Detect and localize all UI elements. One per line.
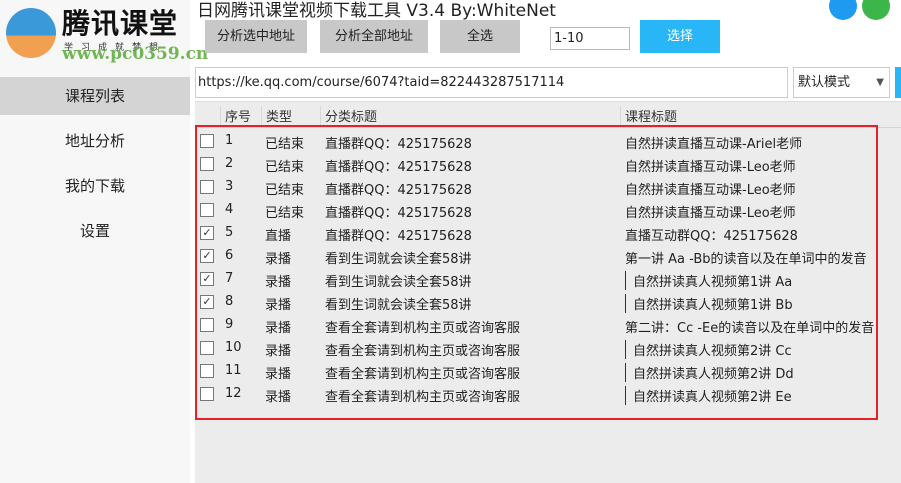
sidebar-item-settings[interactable]: 设置 bbox=[0, 212, 190, 250]
table-row[interactable]: 4 已结束 直播群QQ：425175628 自然拼读直播互动课-Leo老师 bbox=[195, 199, 875, 222]
mode-value: 默认模式 bbox=[798, 75, 851, 90]
row-title: 直播互动群QQ：425175628 bbox=[625, 229, 798, 244]
row-category: 直播群QQ：425175628 bbox=[325, 160, 472, 175]
row-checkbox[interactable] bbox=[200, 387, 214, 401]
row-category: 查看全套请到机构主页或咨询客服 bbox=[325, 344, 521, 359]
table-row[interactable]: 2 已结束 直播群QQ：425175628 自然拼读直播互动课-Leo老师 bbox=[195, 153, 875, 176]
header-no[interactable]: 序号 bbox=[220, 106, 260, 126]
analyze-selected-button[interactable]: 分析选中地址 bbox=[205, 20, 307, 53]
row-title: 自然拼读真人视频第2讲 Dd bbox=[625, 363, 794, 382]
select-all-button[interactable]: 全选 bbox=[440, 20, 520, 53]
watermark: www.pc0359.cn bbox=[62, 44, 209, 64]
sidebar-item-my-downloads[interactable]: 我的下载 bbox=[0, 167, 190, 205]
row-checkbox[interactable] bbox=[200, 341, 214, 355]
table-row[interactable]: 11 录播 查看全套请到机构主页或咨询客服 自然拼读真人视频第2讲 Dd bbox=[195, 360, 875, 383]
logo: 腾讯课堂 学习成就梦想 www.pc0359.cn bbox=[0, 0, 208, 70]
row-no: 8 bbox=[225, 294, 234, 309]
row-no: 1 bbox=[225, 133, 234, 148]
table-row[interactable]: 1 已结束 直播群QQ：425175628 自然拼读直播互动课-Ariel老师 bbox=[195, 130, 875, 153]
wechat-icon[interactable] bbox=[862, 0, 890, 20]
row-type: 已结束 bbox=[265, 160, 305, 175]
row-no: 11 bbox=[225, 363, 242, 378]
row-no: 10 bbox=[225, 340, 242, 355]
row-checkbox[interactable] bbox=[200, 364, 214, 378]
row-checkbox[interactable] bbox=[200, 180, 214, 194]
table-row[interactable]: ✓ 6 录播 看到生词就会读全套58讲 第一讲 Aa -Bb的读音以及在单词中的… bbox=[195, 245, 875, 268]
row-checkbox[interactable]: ✓ bbox=[200, 295, 214, 309]
row-type: 录播 bbox=[265, 390, 292, 405]
analyze-all-button[interactable]: 分析全部地址 bbox=[320, 20, 428, 53]
chevron-down-icon: ▼ bbox=[876, 77, 884, 88]
row-no: 6 bbox=[225, 248, 234, 263]
logo-icon bbox=[6, 8, 56, 58]
row-title: 自然拼读直播互动课-Leo老师 bbox=[625, 160, 796, 175]
table-row[interactable]: 10 录播 查看全套请到机构主页或咨询客服 自然拼读真人视频第2讲 Cc bbox=[195, 337, 875, 360]
choose-button[interactable]: 选择 bbox=[640, 20, 720, 53]
row-title: 自然拼读真人视频第1讲 Bb bbox=[625, 294, 793, 313]
row-title: 自然拼读真人视频第2讲 Ee bbox=[625, 386, 792, 405]
table-row[interactable]: 3 已结束 直播群QQ：425175628 自然拼读直播互动课-Leo老师 bbox=[195, 176, 875, 199]
row-type: 已结束 bbox=[265, 137, 305, 152]
header-title[interactable]: 课程标题 bbox=[620, 106, 901, 126]
row-category: 看到生词就会读全套58讲 bbox=[325, 298, 472, 313]
row-title: 第二讲：Cc -Ee的读音以及在单词中的发音 bbox=[625, 321, 875, 336]
row-category: 查看全套请到机构主页或咨询客服 bbox=[325, 390, 521, 405]
row-checkbox[interactable] bbox=[200, 157, 214, 171]
sidebar-item-course-list[interactable]: 课程列表 bbox=[0, 77, 190, 115]
row-category: 看到生词就会读全套58讲 bbox=[325, 252, 472, 267]
row-checkbox[interactable]: ✓ bbox=[200, 249, 214, 263]
row-no: 3 bbox=[225, 179, 234, 194]
row-category: 看到生词就会读全套58讲 bbox=[325, 275, 472, 290]
range-input[interactable]: 1-10 bbox=[550, 27, 630, 50]
row-no: 4 bbox=[225, 202, 234, 217]
row-category: 查看全套请到机构主页或咨询客服 bbox=[325, 321, 521, 336]
row-title: 自然拼读直播互动课-Leo老师 bbox=[625, 183, 796, 198]
header-type[interactable]: 类型 bbox=[261, 106, 319, 126]
row-category: 直播群QQ：425175628 bbox=[325, 137, 472, 152]
table-row[interactable]: ✓ 8 录播 看到生词就会读全套58讲 自然拼读真人视频第1讲 Bb bbox=[195, 291, 875, 314]
row-no: 5 bbox=[225, 225, 234, 240]
row-no: 12 bbox=[225, 386, 242, 401]
qq-icon[interactable] bbox=[829, 0, 857, 20]
row-checkbox[interactable] bbox=[200, 203, 214, 217]
row-type: 直播 bbox=[265, 229, 292, 244]
course-table: 序号 类型 分类标题 课程标题 1 已结束 直播群QQ：425175628 自然… bbox=[195, 101, 901, 483]
row-title: 自然拼读真人视频第1讲 Aa bbox=[625, 271, 792, 290]
table-row[interactable]: ✓ 5 直播 直播群QQ：425175628 直播互动群QQ：425175628 bbox=[195, 222, 875, 245]
row-type: 录播 bbox=[265, 298, 292, 313]
row-category: 直播群QQ：425175628 bbox=[325, 206, 472, 221]
row-type: 录播 bbox=[265, 275, 292, 290]
row-category: 查看全套请到机构主页或咨询客服 bbox=[325, 367, 521, 382]
sidebar-item-address-analysis[interactable]: 地址分析 bbox=[0, 122, 190, 160]
go-button[interactable] bbox=[895, 67, 901, 98]
mode-select[interactable]: 默认模式 ▼ bbox=[793, 67, 890, 98]
row-checkbox[interactable]: ✓ bbox=[200, 226, 214, 240]
row-type: 录播 bbox=[265, 367, 292, 382]
table-row[interactable]: 9 录播 查看全套请到机构主页或咨询客服 第二讲：Cc -Ee的读音以及在单词中… bbox=[195, 314, 875, 337]
row-checkbox[interactable] bbox=[200, 134, 214, 148]
sidebar: 腾讯课堂 学习成就梦想 www.pc0359.cn 课程列表 地址分析 我的下载… bbox=[0, 0, 208, 483]
row-category: 直播群QQ：425175628 bbox=[325, 183, 472, 198]
row-title: 自然拼读直播互动课-Ariel老师 bbox=[625, 137, 803, 152]
row-title: 自然拼读真人视频第2讲 Cc bbox=[625, 340, 792, 359]
window-title: 日网腾讯课堂视频下载工具 V3.4 By:WhiteNet bbox=[197, 1, 556, 21]
table-row[interactable]: ✓ 7 录播 看到生词就会读全套58讲 自然拼读真人视频第1讲 Aa bbox=[195, 268, 875, 291]
row-type: 录播 bbox=[265, 252, 292, 267]
row-type: 已结束 bbox=[265, 206, 305, 221]
row-no: 7 bbox=[225, 271, 234, 286]
row-title: 第一讲 Aa -Bb的读音以及在单词中的发音 bbox=[625, 252, 867, 267]
url-input[interactable]: https://ke.qq.com/course/6074?taid=82244… bbox=[195, 67, 788, 98]
row-type: 录播 bbox=[265, 321, 292, 336]
table-row[interactable]: 12 录播 查看全套请到机构主页或咨询客服 自然拼读真人视频第2讲 Ee bbox=[195, 383, 875, 406]
row-no: 2 bbox=[225, 156, 234, 171]
logo-title: 腾讯课堂 bbox=[62, 7, 179, 40]
row-no: 9 bbox=[225, 317, 234, 332]
row-category: 直播群QQ：425175628 bbox=[325, 229, 472, 244]
header-category[interactable]: 分类标题 bbox=[320, 106, 620, 126]
row-checkbox[interactable]: ✓ bbox=[200, 272, 214, 286]
row-title: 自然拼读直播互动课-Leo老师 bbox=[625, 206, 796, 221]
row-checkbox[interactable] bbox=[200, 318, 214, 332]
row-type: 已结束 bbox=[265, 183, 305, 198]
row-type: 录播 bbox=[265, 344, 292, 359]
